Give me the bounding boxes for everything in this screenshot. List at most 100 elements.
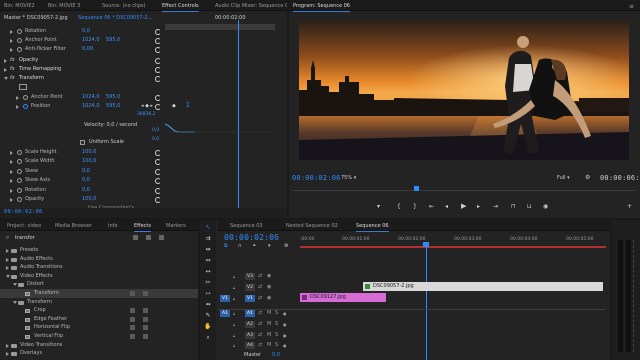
reset-icon[interactable]: [155, 168, 161, 175]
tab-markers[interactable]: Markers: [166, 222, 186, 231]
keyframe-nav-icon[interactable]: ◂ ◆ ▸: [141, 102, 153, 111]
fx-toggle-icon[interactable]: fx: [10, 56, 15, 65]
quality-select[interactable]: Full ▾: [557, 175, 570, 181]
go-to-out-icon[interactable]: ⇥: [493, 203, 498, 210]
ripple-edit-tool-icon[interactable]: ⇹: [204, 246, 212, 254]
disclosure-triangle-icon[interactable]: [4, 68, 7, 72]
tab-audio-clip-mixer[interactable]: Audio Clip Mixer: Sequence 06: [215, 2, 287, 11]
property-value[interactable]: 0,0: [82, 27, 90, 36]
tab-effects[interactable]: Effects: [134, 222, 151, 232]
stopwatch-icon[interactable]: [17, 29, 22, 34]
reset-icon[interactable]: [155, 178, 161, 185]
property-value[interactable]: 1024,0: [82, 36, 100, 45]
solo-icon[interactable]: S: [275, 332, 278, 339]
rolling-edit-tool-icon[interactable]: ⇔: [204, 257, 212, 265]
play-icon[interactable]: ▶: [461, 202, 466, 210]
tab-project[interactable]: Project: video: [7, 222, 41, 231]
stopwatch-icon[interactable]: [17, 47, 22, 52]
effects-search-input[interactable]: transfor: [15, 235, 35, 241]
disclosure-triangle-icon[interactable]: [10, 169, 13, 174]
disclosure-triangle-icon[interactable]: [6, 274, 10, 278]
effect-property-row[interactable]: Opacity 100,0: [0, 195, 287, 204]
solo-icon[interactable]: S: [275, 321, 278, 328]
add-marker-timeline-icon[interactable]: ▾: [268, 243, 271, 249]
solo-icon[interactable]: S: [275, 310, 278, 317]
disclosure-triangle-icon[interactable]: [10, 48, 13, 52]
add-marker-icon[interactable]: ▾: [377, 203, 380, 210]
sequence-clip-label[interactable]: Sequence 06 * DSC09057-2...: [78, 14, 152, 23]
effects-tree-item[interactable]: Overlays: [0, 349, 198, 358]
stopwatch-icon[interactable]: [17, 187, 22, 193]
source-patch-a1[interactable]: A1: [220, 310, 230, 317]
tab-bin-movie2[interactable]: Bin: MOVIE2: [4, 2, 35, 11]
disclosure-triangle-icon[interactable]: [10, 151, 13, 155]
settings-wrench-icon[interactable]: ⚙: [585, 174, 590, 181]
property-value-y[interactable]: 595,0: [106, 93, 120, 102]
slip-tool-icon[interactable]: ⇿: [204, 290, 212, 298]
stopwatch-icon[interactable]: [17, 197, 22, 202]
stopwatch-icon[interactable]: [17, 38, 22, 43]
lock-icon[interactable]: 🔒︎: [233, 321, 235, 328]
disclosure-triangle-icon[interactable]: [6, 352, 9, 357]
clip-dsc09127[interactable]: DSC09127.jpg: [300, 293, 386, 302]
zoom-tool-icon[interactable]: ⌕: [204, 334, 212, 342]
stopwatch-icon[interactable]: [23, 104, 28, 109]
tab-sequence-03[interactable]: Sequence 03: [230, 222, 263, 231]
track-target-v1[interactable]: V1: [245, 295, 255, 302]
fx-toggle-icon[interactable]: fx: [10, 65, 15, 74]
lock-icon[interactable]: 🔒︎: [233, 310, 235, 317]
property-value-y[interactable]: 595,0: [106, 36, 120, 45]
voiceover-mic-icon[interactable]: ●: [283, 321, 287, 328]
stopwatch-icon[interactable]: [17, 168, 22, 174]
disclosure-triangle-icon[interactable]: [13, 300, 17, 304]
velocity-graph[interactable]: [165, 112, 275, 138]
stopwatch-icon[interactable]: [17, 178, 22, 184]
mute-icon[interactable]: M: [267, 310, 271, 317]
tab-source[interactable]: Source: (no clips): [102, 2, 145, 11]
tab-nested-sequence-02[interactable]: Nested Sequence 02: [286, 222, 338, 231]
timeline-playhead-head[interactable]: [423, 242, 429, 247]
fx-toggle-icon[interactable]: fx: [10, 74, 15, 83]
tab-sequence-06[interactable]: Sequence 06: [356, 222, 389, 232]
reset-icon[interactable]: [155, 58, 161, 64]
property-value[interactable]: 0,0: [82, 186, 90, 195]
track-target-a2[interactable]: A2: [245, 321, 255, 328]
panel-menu-icon[interactable]: ≡: [629, 3, 634, 10]
disclosure-triangle-icon[interactable]: [4, 77, 8, 80]
lift-icon[interactable]: ⊓: [511, 203, 516, 210]
reset-icon[interactable]: [155, 150, 161, 156]
tab-program[interactable]: Program: Sequence 06: [293, 2, 350, 12]
effect-property-row[interactable]: Position 1024,0 595,0 ◂ ◆ ▸ ◆: [0, 102, 287, 111]
tab-bin-movie3[interactable]: Bin: MOVIE 3: [48, 2, 80, 11]
scrubber-playhead[interactable]: [414, 186, 419, 191]
sync-lock-icon[interactable]: ⇄: [258, 295, 262, 302]
effect-property-row[interactable]: Rotation 0,0: [0, 186, 287, 195]
stopwatch-icon[interactable]: [17, 159, 22, 165]
disclosure-triangle-icon[interactable]: [4, 59, 7, 63]
sync-lock-icon[interactable]: ⇄: [258, 310, 262, 317]
transform-anchor-icon[interactable]: [19, 84, 27, 90]
mute-icon[interactable]: M: [267, 342, 271, 349]
disclosure-triangle-icon[interactable]: [10, 30, 13, 34]
voiceover-mic-icon[interactable]: ●: [283, 332, 287, 339]
reset-icon[interactable]: [155, 159, 161, 166]
property-value[interactable]: 1024,0: [82, 93, 100, 102]
source-patch-v1[interactable]: V1: [220, 295, 230, 302]
track-target-v3[interactable]: V3: [245, 273, 255, 280]
go-to-in-icon[interactable]: ⇤: [429, 203, 434, 210]
voiceover-mic-icon[interactable]: ●: [283, 342, 287, 349]
extract-icon[interactable]: ⊔: [527, 203, 532, 210]
eye-icon[interactable]: ◉: [267, 273, 271, 280]
track-select-tool-icon[interactable]: ⇉: [204, 235, 212, 243]
master-track-value[interactable]: 0,0: [272, 352, 280, 358]
property-value[interactable]: 0,0: [82, 176, 90, 185]
lock-icon[interactable]: 🔒︎: [233, 273, 235, 280]
property-value[interactable]: 100,0: [82, 148, 96, 157]
export-frame-icon[interactable]: ◉: [543, 203, 548, 210]
property-value[interactable]: 100,0: [82, 157, 96, 166]
step-back-icon[interactable]: ◂: [445, 203, 448, 210]
property-value[interactable]: 0,0: [82, 167, 90, 176]
reset-icon[interactable]: [155, 38, 161, 44]
track-target-v2[interactable]: V2: [245, 284, 255, 291]
sync-lock-icon[interactable]: ⇄: [258, 321, 262, 328]
